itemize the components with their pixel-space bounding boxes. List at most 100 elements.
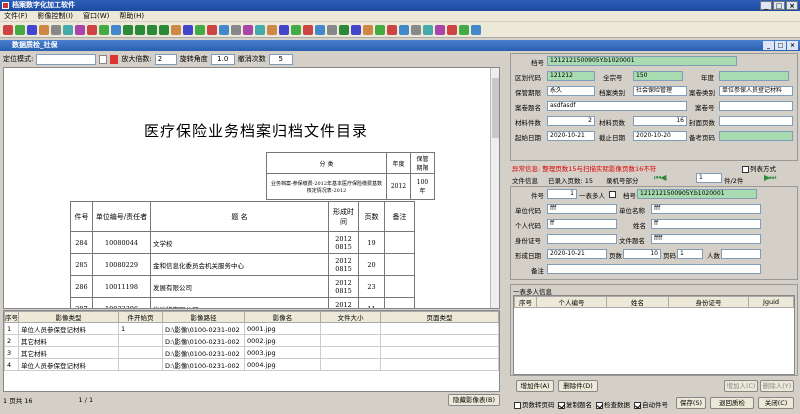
rs-field[interactable]	[721, 249, 761, 259]
grdm-field[interactable]: ff	[547, 219, 617, 229]
toolbar-tool-icon[interactable]	[3, 24, 13, 35]
delete-file-button[interactable]: 删除件(D)	[558, 380, 598, 392]
grid-header[interactable]: 序号	[4, 311, 19, 323]
ajlb-field[interactable]: 单位参保人员登记材料	[719, 86, 793, 96]
toolbar-tool-icon[interactable]	[435, 24, 445, 35]
sfz-field[interactable]	[547, 234, 617, 244]
toolbar-tool-icon[interactable]	[243, 24, 253, 35]
toolbar-tool-icon[interactable]	[87, 24, 97, 35]
c2-checkbox[interactable]: 复制题名	[558, 399, 592, 409]
grid-cell[interactable]: D:\影像\0100-0231-002	[162, 346, 245, 359]
clj-field[interactable]: 2	[547, 116, 595, 126]
grid-cell[interactable]	[380, 334, 499, 347]
undo-input[interactable]: 5	[268, 53, 293, 65]
grid-cell[interactable]: 1	[4, 322, 19, 335]
qzh-field[interactable]: 150	[633, 71, 683, 81]
toolbar-tool-icon[interactable]	[471, 24, 481, 35]
toolbar-tool-icon[interactable]	[183, 24, 193, 35]
grid-header[interactable]: 影像类型	[18, 311, 119, 323]
toolbar-tool-icon[interactable]	[315, 24, 325, 35]
toolbar-tool-icon[interactable]	[231, 24, 241, 35]
scroll-thumb[interactable]	[492, 78, 499, 138]
xcrq-field[interactable]: 2020-10-21	[547, 249, 607, 259]
c4-checkbox[interactable]: 自动件号	[634, 399, 668, 409]
dh2-field[interactable]: 1212121500905Y.b1020001	[637, 189, 757, 199]
toolbar-tool-icon[interactable]	[123, 24, 133, 35]
toolbar-tool-icon[interactable]	[75, 24, 85, 35]
menu-window[interactable]: 窗口(W)	[83, 11, 109, 21]
jh-field[interactable]: 1	[547, 189, 577, 199]
grid-cell[interactable]	[320, 346, 381, 359]
toolbar-tool-icon[interactable]	[279, 24, 289, 35]
table-row[interactable]: 3 其它材料 D:\影像\0100-0231-002 0003.jpg	[4, 346, 499, 359]
grid-header[interactable]: 文件大小	[320, 311, 381, 323]
bkym-field[interactable]	[719, 131, 793, 141]
multi-header[interactable]: 身份证号	[668, 296, 749, 308]
grid-header[interactable]: 件开始页	[118, 311, 163, 323]
toolbar-tool-icon[interactable]	[99, 24, 109, 35]
restore-icon[interactable]: □	[775, 41, 786, 50]
multi-header[interactable]: Jguid	[748, 296, 794, 308]
menu-image-control[interactable]: 影像控制(I)	[38, 11, 74, 21]
hide-image-table-button[interactable]: 隐藏影像表(B)	[448, 393, 500, 406]
toolbar-tool-icon[interactable]	[327, 24, 337, 35]
nav-last-icon[interactable]: ▶⏭	[764, 173, 776, 183]
image-viewer[interactable]: 医疗保险业务档案归档文件目录 分 类年度 保管期限 业务档案-参保缴费-2012年…	[3, 67, 500, 309]
toolbar-tool-icon[interactable]	[27, 24, 37, 35]
bz-field[interactable]	[547, 264, 761, 274]
dwdm-field[interactable]: fff	[547, 204, 617, 214]
ys-field[interactable]: 10	[623, 249, 661, 259]
minimize-icon[interactable]: _	[763, 41, 774, 50]
toolbar-tool-icon[interactable]	[363, 24, 373, 35]
list-mode-checkbox[interactable]: 列表方式	[742, 163, 776, 173]
menu-file[interactable]: 文件(F)	[4, 11, 28, 21]
add-file-button[interactable]: 增加件(A)	[516, 380, 554, 392]
grid-cell[interactable]: 其它材料	[18, 334, 119, 347]
minimize-icon[interactable]: _	[760, 1, 772, 10]
toolbar-tool-icon[interactable]	[267, 24, 277, 35]
page-icon[interactable]	[99, 54, 108, 64]
close-icon[interactable]: ×	[786, 1, 798, 10]
checkbox-icon[interactable]	[634, 401, 641, 409]
wjtm-field[interactable]: ffff	[651, 234, 761, 244]
return-qc-button[interactable]: 退回质检	[710, 397, 754, 409]
toolbar-tool-icon[interactable]	[423, 24, 433, 35]
grid-header[interactable]: 页面类型	[380, 311, 499, 323]
dwmc-field[interactable]: fff	[651, 204, 761, 214]
zoom-select[interactable]: 2	[154, 53, 177, 65]
qsrq-field[interactable]: 2020-10-21	[547, 131, 595, 141]
toolbar-tool-icon[interactable]	[303, 24, 313, 35]
viewer-scrollbar[interactable]	[490, 68, 499, 308]
jzrq-field[interactable]: 2020-10-20	[633, 131, 687, 141]
add-person-button[interactable]: 增加人(C)	[724, 380, 758, 392]
bookmark-icon[interactable]	[110, 54, 119, 64]
close-button[interactable]: 关闭(C)	[758, 397, 794, 409]
toolbar-tool-icon[interactable]	[375, 24, 385, 35]
dalb-field[interactable]: 社会保险管理	[633, 86, 687, 96]
checkbox-icon[interactable]	[742, 165, 749, 173]
grid-cell[interactable]	[380, 346, 499, 359]
multi-header[interactable]: 序号	[514, 296, 537, 308]
checkbox-icon[interactable]	[514, 401, 521, 409]
grid-cell[interactable]	[320, 322, 381, 335]
rotate-input[interactable]: 1.0	[210, 53, 235, 65]
grid-cell[interactable]	[380, 322, 499, 335]
delete-person-button[interactable]: 删除人(Y)	[760, 380, 794, 392]
grid-cell[interactable]: 单位人员参保登记材料	[18, 322, 119, 335]
grid-cell[interactable]: D:\影像\0100-0231-002	[162, 322, 245, 335]
table-row[interactable]: 1 单位人员参保登记材料 1 D:\影像\0100-0231-002 0001.jpg	[4, 322, 499, 335]
grid-cell[interactable]	[118, 334, 163, 347]
toolbar-tool-icon[interactable]	[51, 24, 61, 35]
c1-checkbox[interactable]: 页数转页码	[514, 399, 555, 409]
toolbar-tool-icon[interactable]	[207, 24, 217, 35]
qh-field[interactable]: 121212	[547, 71, 595, 81]
toolbar-tool-icon[interactable]	[447, 24, 457, 35]
toolbar-tool-icon[interactable]	[39, 24, 49, 35]
grid-cell[interactable]	[118, 346, 163, 359]
toolbar-tool-icon[interactable]	[147, 24, 157, 35]
grid-cell[interactable]: 0002.jpg	[244, 334, 321, 347]
grid-cell[interactable]: 单位人员参保登记材料	[18, 358, 119, 371]
grid-cell[interactable]	[118, 358, 163, 371]
toolbar-tool-icon[interactable]	[219, 24, 229, 35]
toolbar-tool-icon[interactable]	[15, 24, 25, 35]
